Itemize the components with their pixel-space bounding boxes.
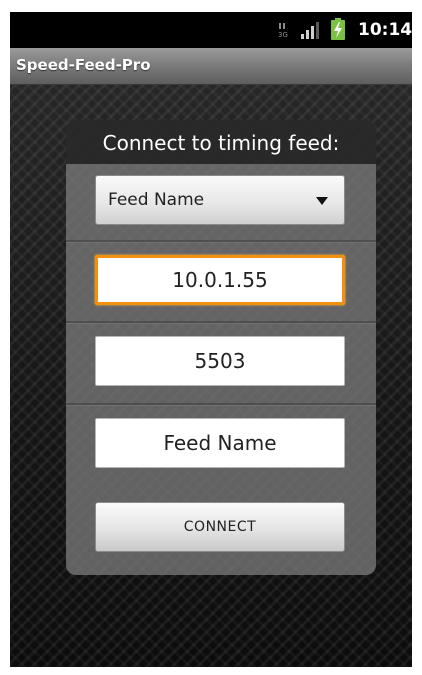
feed-name-value: Feed Name <box>163 431 277 455</box>
status-time: 10:14 <box>358 20 412 40</box>
connect-button[interactable]: CONNECT <box>95 502 345 552</box>
host-address-input[interactable]: 10.0.1.55 <box>95 255 345 305</box>
row-divider <box>66 240 376 243</box>
row-divider <box>66 403 376 406</box>
row-divider <box>66 321 376 324</box>
title-bar: Speed-Feed-Pro <box>10 48 412 85</box>
panel-title: Connect to timing feed: <box>102 131 340 155</box>
connect-panel: Connect to timing feed: Feed Name 10.0.1… <box>66 120 376 575</box>
dropdown-arrow-icon <box>316 197 328 205</box>
spinner-selected-value: Feed Name <box>108 190 205 210</box>
app-screen: 3G 10:14 Speed-Feed-Pro Connect to timin… <box>10 12 412 667</box>
feed-name-input[interactable]: Feed Name <box>95 418 345 468</box>
battery-charging-icon <box>331 18 345 40</box>
panel-header: Connect to timing feed: <box>66 120 376 164</box>
port-input[interactable]: 5503 <box>95 336 345 386</box>
feed-name-spinner[interactable]: Feed Name <box>95 175 345 225</box>
status-bar: 3G 10:14 <box>10 12 412 48</box>
signal-icon <box>301 22 319 39</box>
svg-text:3G: 3G <box>278 31 288 38</box>
connect-button-label: CONNECT <box>183 519 257 535</box>
port-value: 5503 <box>194 349 246 373</box>
3g-icon: 3G <box>278 23 288 38</box>
app-title: Speed-Feed-Pro <box>16 56 151 74</box>
device-frame: 3G 10:14 Speed-Feed-Pro Connect to timin… <box>0 0 422 675</box>
host-address-value: 10.0.1.55 <box>172 268 268 292</box>
